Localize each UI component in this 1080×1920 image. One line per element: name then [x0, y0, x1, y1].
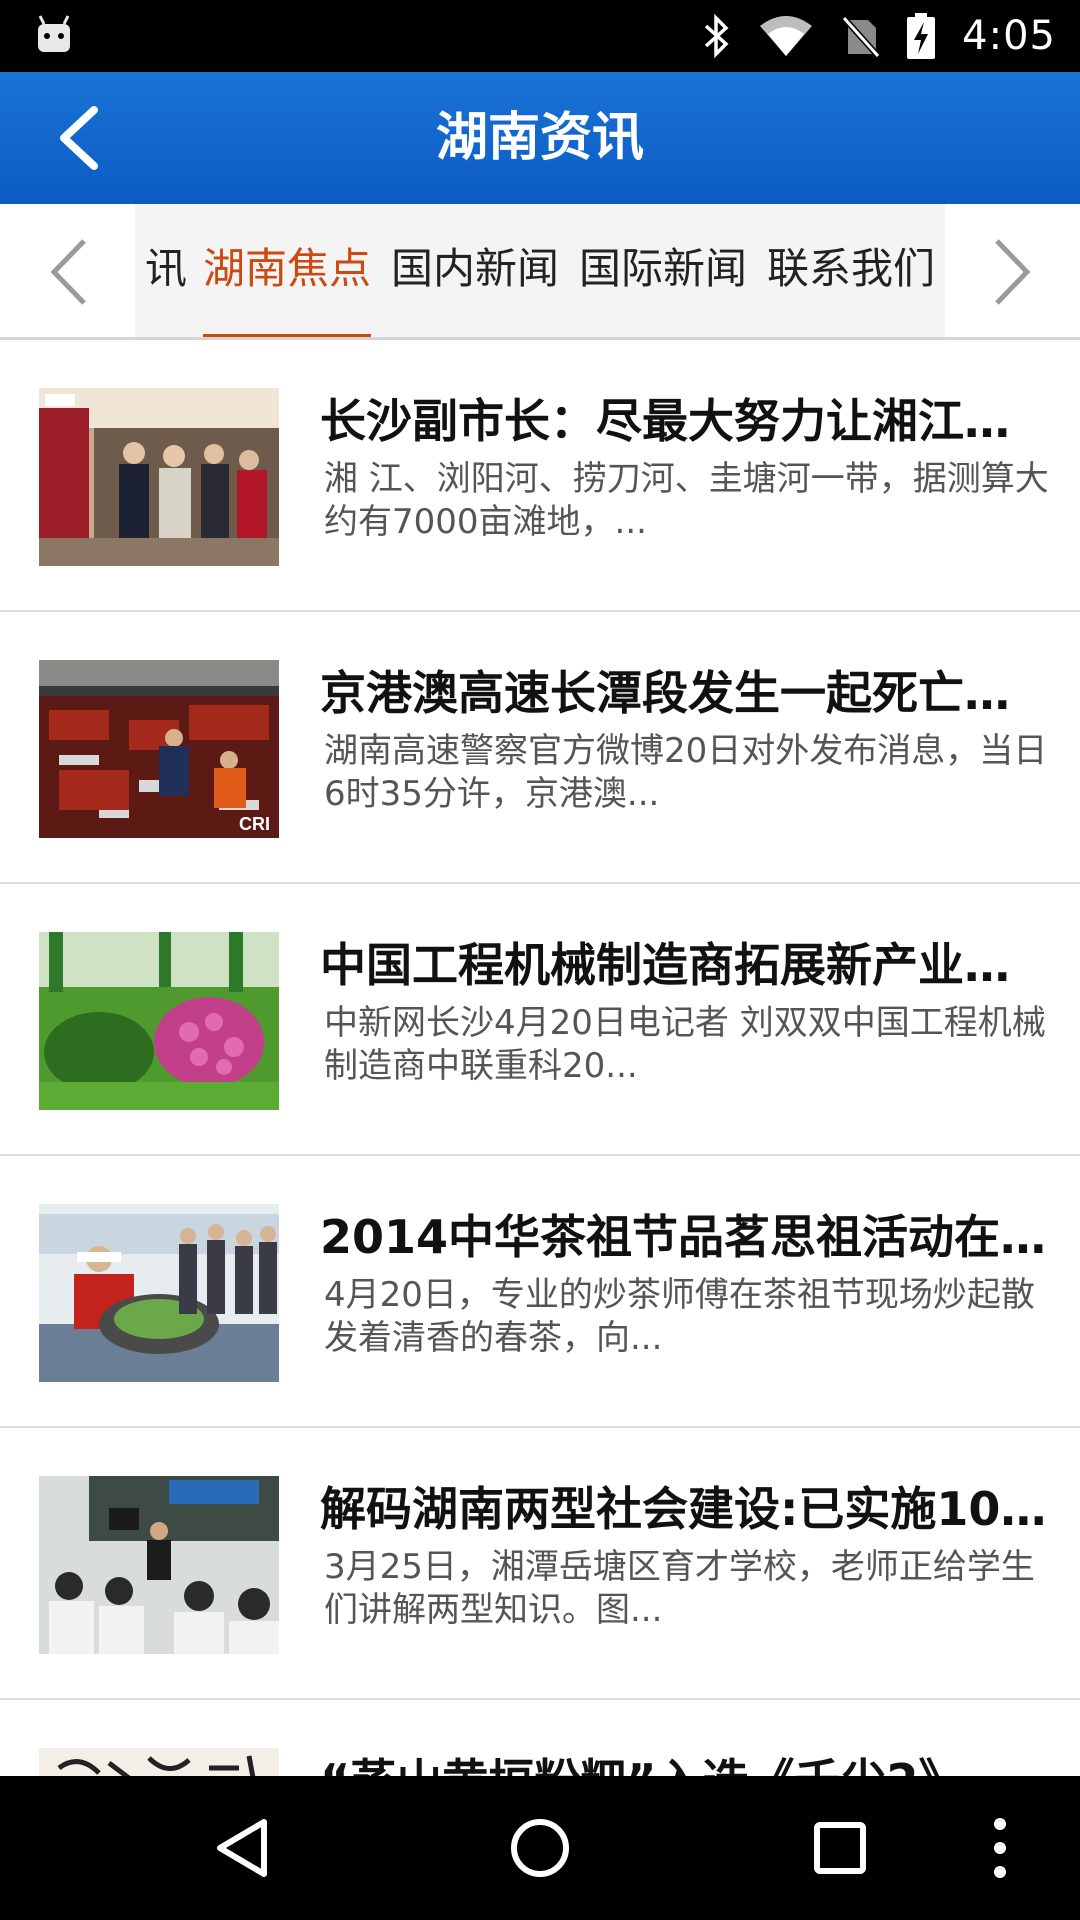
- no-sim-icon: [841, 15, 881, 58]
- news-item[interactable]: 中国工程机械制造商拓展新产业… 中新网长沙4月20日电记者 刘双双中国工程机械制…: [0, 884, 1080, 1156]
- news-title: 京港澳高速长潭段发生一起死亡…: [320, 666, 1010, 720]
- chevron-right-icon: [994, 239, 1030, 305]
- overflow-menu-icon: [994, 1818, 1006, 1878]
- tab-hunan-focus[interactable]: 湖南焦点: [203, 204, 372, 340]
- system-nav-bar: [0, 1776, 1080, 1920]
- news-title: 2014中华茶祖节品茗思祖活动在…: [320, 1210, 1047, 1264]
- news-thumbnail-garden: [39, 932, 279, 1110]
- nav-back-button[interactable]: [162, 1776, 322, 1920]
- status-bar: 4:05: [0, 0, 1080, 72]
- news-summary: 湘 江、浏阳河、捞刀河、圭塘河一带，据测算大约有7000亩滩地，...: [324, 459, 1049, 542]
- news-thumbnail-accident-scene: CRI: [39, 660, 279, 838]
- news-summary: 湖南高速警察官方微博20日对外发布消息，当日6时35分许，京港澳...: [324, 731, 1048, 814]
- news-item[interactable]: 2014中华茶祖节品茗思祖活动在… 4月20日，专业的炒茶师傅在茶祖节现场炒起散…: [0, 1156, 1080, 1428]
- recents-square-icon: [814, 1822, 866, 1874]
- chevron-left-icon: [50, 239, 86, 305]
- news-item[interactable]: CRI 京港澳高速长潭段发生一起死亡… 湖南高速警察官方微博20日对外发布消息，…: [0, 612, 1080, 884]
- news-thumbnail-classroom: [39, 1476, 279, 1654]
- status-time: 4:05: [962, 13, 1056, 59]
- tab-partial[interactable]: 讯: [145, 204, 187, 340]
- app-bar: 湖南资讯: [0, 72, 1080, 204]
- news-summary: 3月25日，湘潭岳塘区育才学校，老师正给学生们讲解两型知识。图...: [324, 1547, 1035, 1630]
- bluetooth-icon: [705, 14, 729, 58]
- news-item[interactable]: 长沙副市长：尽最大努力让湘江… 湘 江、浏阳河、捞刀河、圭塘河一带，据测算大约有…: [0, 340, 1080, 612]
- nav-recents-button[interactable]: [760, 1776, 920, 1920]
- nav-home-button[interactable]: [460, 1776, 620, 1920]
- news-list[interactable]: 长沙副市长：尽最大努力让湘江… 湘 江、浏阳河、捞刀河、圭塘河一带，据测算大约有…: [0, 340, 1080, 1776]
- back-triangle-icon: [217, 1819, 267, 1877]
- news-thumbnail-tea-festival: [39, 1204, 279, 1382]
- news-thumbnail-officials-visit: [39, 388, 279, 566]
- cri-watermark: CRI: [239, 814, 270, 834]
- android-icon: [38, 15, 70, 52]
- page-title: 湖南资讯: [435, 108, 644, 168]
- news-item[interactable]: 解码湖南两型社会建设:已实施10… 3月25日，湘潭岳塘区育才学校，老师正给学生…: [0, 1428, 1080, 1700]
- news-title: 解码湖南两型社会建设:已实施10…: [320, 1482, 1047, 1536]
- tab-contact-us[interactable]: 联系我们: [767, 204, 935, 340]
- news-summary: 中新网长沙4月20日电记者 刘双双中国工程机械制造商中联重科20...: [324, 1003, 1046, 1086]
- news-title: 中国工程机械制造商拓展新产业…: [320, 938, 1010, 992]
- tabs-container: 讯 湖南焦点 国内新闻 国际新闻 联系我们: [135, 204, 945, 340]
- news-thumbnail-calligraphy: [39, 1748, 279, 1776]
- tabs-scroll-right-button[interactable]: [945, 204, 1080, 340]
- nav-overflow-menu-button[interactable]: [940, 1776, 1060, 1920]
- wifi-icon: [760, 16, 813, 56]
- home-circle-icon: [511, 1819, 569, 1877]
- category-tab-strip: 讯 湖南焦点 国内新闻 国际新闻 联系我们: [0, 204, 1080, 340]
- news-item[interactable]: “蒸山黄垣粉粑”入选《千尖2》: [0, 1700, 1080, 1776]
- news-summary: 4月20日，专业的炒茶师傅在茶祖节现场炒起散发着清香的春茶，向...: [324, 1275, 1035, 1358]
- tabs-scroll-left-button[interactable]: [0, 204, 135, 340]
- tab-international-news[interactable]: 国际新闻: [579, 204, 747, 340]
- tab-domestic-news[interactable]: 国内新闻: [391, 204, 559, 340]
- news-title: 长沙副市长：尽最大努力让湘江…: [320, 394, 1010, 448]
- battery-charging-icon: [907, 13, 936, 59]
- news-title: “蒸山黄垣粉粑”入选《千尖2》: [320, 1752, 1050, 1776]
